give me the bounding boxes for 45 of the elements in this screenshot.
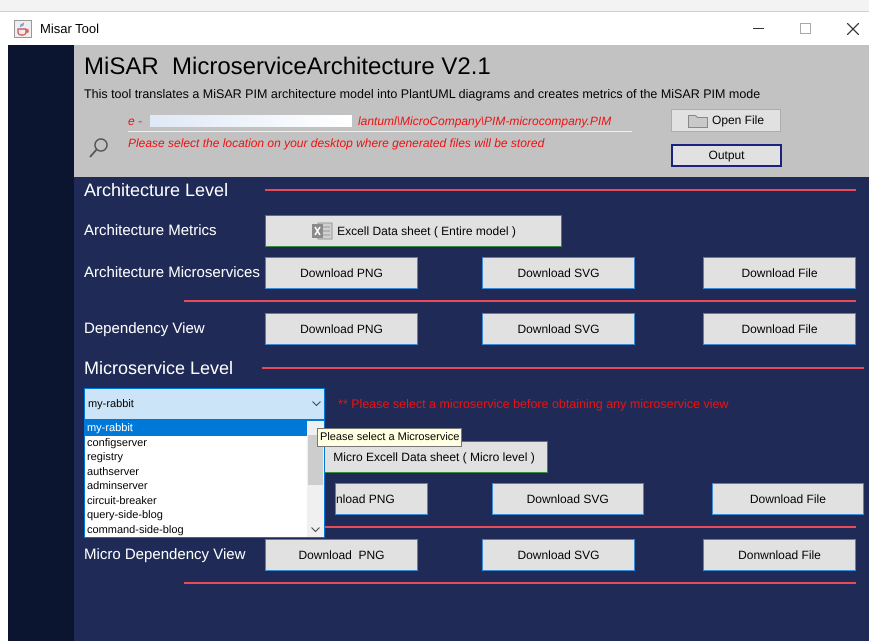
file-path-text: lantuml\MicroCompany\PIM-microcompany.PIM — [358, 113, 612, 130]
warning-text: ** Please select a microservice before obtaining any microservice view — [338, 396, 728, 413]
microservice-dropdown[interactable]: my-rabbit — [84, 388, 325, 420]
download-button[interactable]: Donwnload File — [703, 539, 856, 571]
dropdown-option[interactable]: adminserver — [85, 479, 307, 494]
app-title: MiSAR MicroserviceArchitecture V2.1 — [84, 53, 492, 81]
dropdown-option[interactable]: circuit-breaker — [85, 494, 307, 508]
spreadsheet-icon — [311, 221, 334, 241]
dropdown-option[interactable]: command-side-blog — [85, 522, 307, 537]
download-button[interactable]: Download SVG — [482, 313, 635, 345]
row-label: Dependency View — [84, 320, 205, 337]
download-button[interactable]: Download File — [712, 483, 864, 515]
tooltip: Please select a Microservice — [317, 428, 462, 446]
chevron-down-icon — [312, 401, 321, 407]
folder-icon — [688, 112, 708, 128]
download-button[interactable]: nload PNG — [335, 483, 428, 515]
download-button[interactable]: Download SVG — [492, 483, 644, 515]
search-icon[interactable] — [88, 136, 110, 159]
output-button[interactable]: Output — [671, 144, 782, 167]
dropdown-option[interactable]: registry — [85, 450, 307, 464]
close-icon[interactable] — [847, 22, 859, 34]
section-heading: Microservice Level — [84, 356, 234, 380]
row-label: Architecture Microservices — [84, 264, 260, 281]
open-file-button[interactable]: Open File — [671, 108, 781, 132]
dropdown-option[interactable]: my-rabbit — [85, 421, 307, 436]
chevron-down-icon[interactable] — [311, 527, 320, 533]
download-button[interactable]: Download File — [703, 257, 856, 289]
download-button[interactable]: Download SVG — [482, 257, 635, 289]
row-label: Architecture Metrics — [84, 222, 217, 239]
output-hint: Please select the location on your desktop where generated files will be stored — [128, 134, 546, 152]
dropdown-option[interactable]: authserver — [85, 464, 307, 479]
download-button[interactable]: Download File — [703, 313, 856, 345]
description: This tool translates a MiSAR PIM architecture model into PlantUML diagrams and creates metrics of the MiSAR PIM mode — [84, 86, 762, 103]
download-button[interactable]: Download PNG — [265, 257, 418, 289]
app-icon — [14, 20, 32, 38]
dropdown-option[interactable]: configserver — [85, 436, 307, 450]
download-button[interactable]: Download PNG — [265, 313, 418, 345]
file-path-text: e - — [128, 113, 142, 130]
spreadsheet-button[interactable]: Excell Data sheet ( Entire model ) — [265, 215, 562, 247]
download-button[interactable]: Download PNG — [265, 539, 418, 571]
dropdown-option[interactable]: query-side-blog — [85, 508, 307, 522]
row-label: Micro Dependency View — [84, 546, 246, 563]
download-button[interactable]: Download SVG — [482, 539, 635, 571]
window-title: Misar Tool — [40, 20, 100, 38]
section-heading: Architecture Level — [84, 178, 230, 202]
